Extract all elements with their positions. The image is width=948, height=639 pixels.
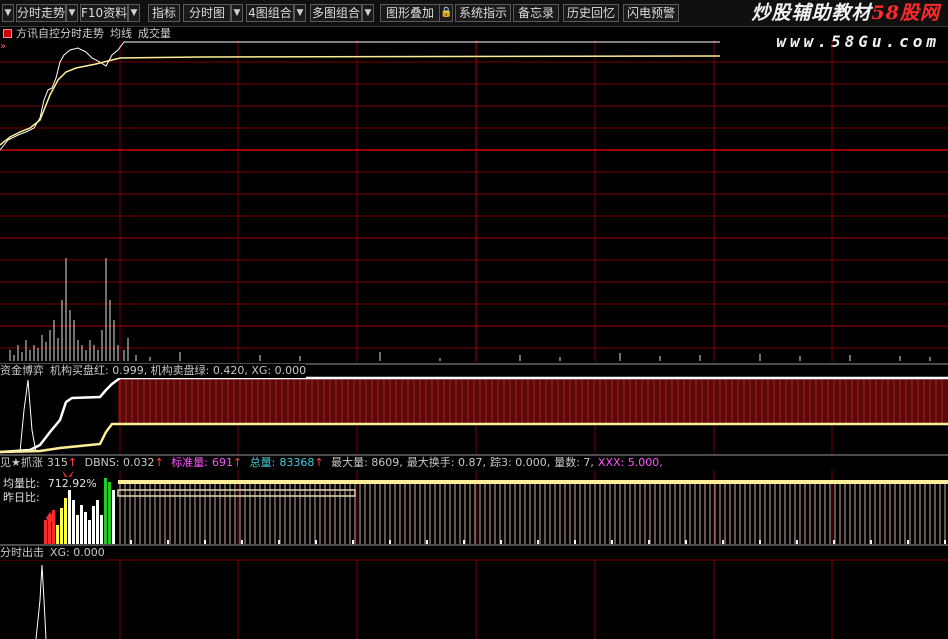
baseline-tick xyxy=(537,540,539,544)
baseline-tick xyxy=(722,540,724,544)
baseline-tick xyxy=(352,540,354,544)
signal-bar xyxy=(92,506,95,544)
indicator-avg-line[interactable]: 均线 xyxy=(110,27,132,40)
panel-4-name[interactable]: 分时出击 xyxy=(0,546,44,559)
baseline-tick xyxy=(130,540,132,544)
avg-line xyxy=(0,55,721,146)
panel-4-header: 分时出击 XG: 0.000 xyxy=(0,546,105,560)
avg-ratio-readout: 均量比: 712.92% xyxy=(3,477,97,490)
spike-line xyxy=(19,379,37,453)
price-line xyxy=(0,41,720,151)
baseline-tick xyxy=(278,540,280,544)
signal-bar xyxy=(84,512,87,544)
baseline-tick xyxy=(500,540,502,544)
buy-band xyxy=(118,378,948,424)
baseline-tick xyxy=(907,540,909,544)
panel-3-header: 见★抓涨 315↑, DBNS: 0.032↑, 标准量: 691↑, 总量: 83368↑… xyxy=(0,456,663,470)
signal-bar xyxy=(88,520,91,544)
baseline-tick xyxy=(204,540,206,544)
indicator-volume[interactable]: 成交量 xyxy=(138,27,171,40)
signal-bar xyxy=(76,515,79,544)
up-arrow-icon: ↑ xyxy=(232,456,243,469)
signal-bar xyxy=(52,510,55,544)
signal-bar xyxy=(72,500,75,544)
up-arrow-icon: ↑ xyxy=(154,456,164,469)
signal-bar xyxy=(96,500,99,544)
baseline-tick xyxy=(796,540,798,544)
signal-spike xyxy=(35,564,47,639)
up-arrow-icon: ↑ xyxy=(67,456,78,469)
signal-bar xyxy=(56,525,59,544)
sell-line xyxy=(0,422,948,454)
baseline-tick xyxy=(315,540,317,544)
panel-2-values: 机构买盘红: 0.999, 机构卖盘绿: 0.420, XG: 0.000 xyxy=(50,364,307,377)
panel-3-name[interactable]: 见★抓涨 xyxy=(0,456,43,469)
signal-bar xyxy=(104,478,107,544)
signal-bar xyxy=(112,490,115,544)
baseline-tick xyxy=(648,540,650,544)
main-panel-header: 方讯自控分时走势 均线 成交量 xyxy=(0,27,171,41)
panel-4-values: XG: 0.000 xyxy=(50,546,105,559)
baseline-tick xyxy=(389,540,391,544)
intraday-chart-area[interactable] xyxy=(0,0,948,639)
panel-2-name[interactable]: 资金博弈 xyxy=(0,364,44,377)
standard-line xyxy=(118,480,948,484)
prev-day-ratio-label: 昨日比: xyxy=(3,491,40,504)
baseline-tick xyxy=(241,540,243,544)
signal-bar xyxy=(100,515,103,544)
baseline-tick xyxy=(574,540,576,544)
settings-icon[interactable] xyxy=(3,29,12,38)
baseline-tick xyxy=(426,540,428,544)
main-panel-title: 方讯自控分时走势 xyxy=(16,27,104,40)
up-arrow-icon: ↑ xyxy=(314,456,324,469)
baseline-tick xyxy=(167,540,169,544)
signal-bar xyxy=(108,482,111,544)
baseline-tick xyxy=(759,540,761,544)
baseline-tick xyxy=(944,540,946,544)
baseline-tick xyxy=(611,540,613,544)
prev-day-box xyxy=(117,489,356,497)
signal-bar xyxy=(44,520,47,544)
panel-2-header: 资金博弈 机构买盘红: 0.999, 机构卖盘绿: 0.420, XG: 0.00… xyxy=(0,364,307,378)
baseline-tick xyxy=(463,540,465,544)
signal-bar xyxy=(60,508,63,544)
baseline-tick xyxy=(870,540,872,544)
signal-bar xyxy=(64,498,67,544)
signal-bar xyxy=(80,505,83,544)
baseline-tick xyxy=(685,540,687,544)
collapse-icon[interactable]: » xyxy=(0,40,6,53)
baseline-tick xyxy=(833,540,835,544)
